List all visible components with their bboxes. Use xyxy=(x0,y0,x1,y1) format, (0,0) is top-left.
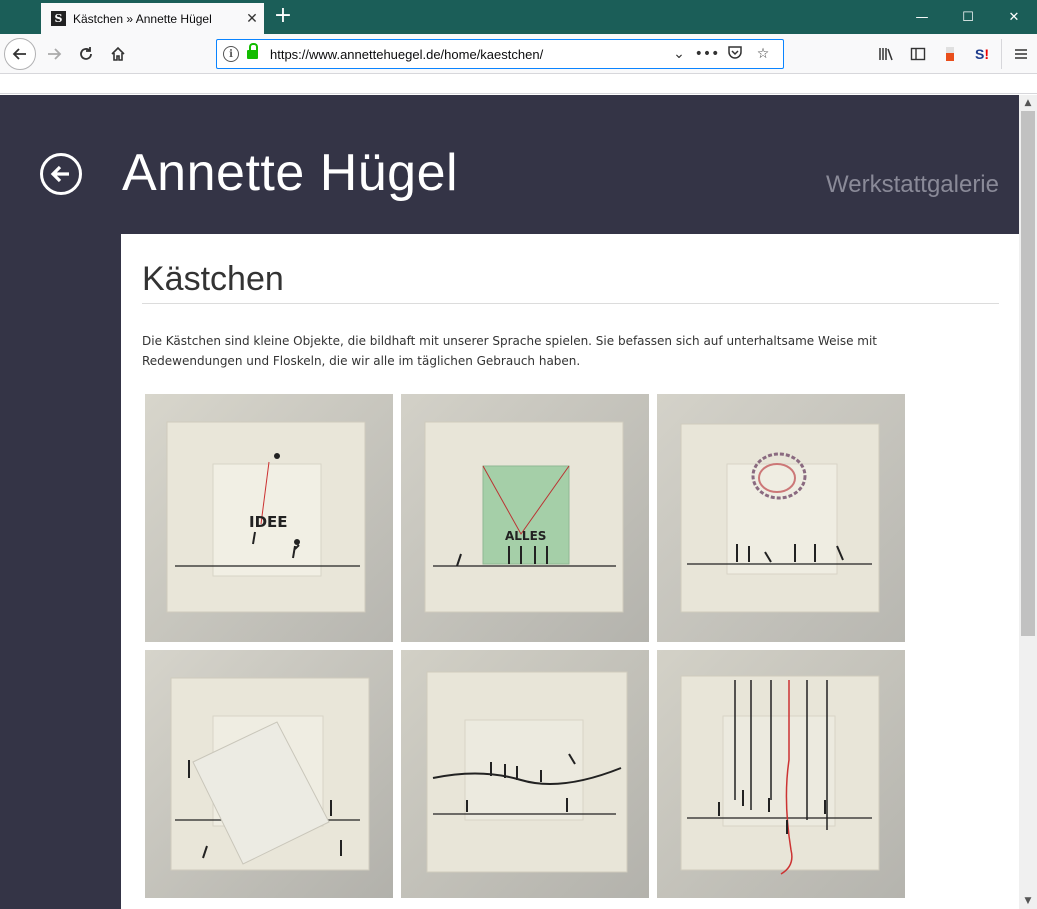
back-arrow-icon[interactable] xyxy=(40,153,82,195)
tab-title: Kästchen » Annette Hügel xyxy=(73,11,212,26)
gallery-item[interactable]: ALLES xyxy=(401,394,649,642)
scroll-down-icon[interactable]: ▼ xyxy=(1019,893,1037,909)
pocket-icon[interactable] xyxy=(721,44,749,64)
gallery-image xyxy=(145,650,393,898)
reload-button[interactable] xyxy=(70,38,102,70)
chevron-down-icon[interactable]: ⌄ xyxy=(665,46,693,62)
library-icon[interactable] xyxy=(870,38,902,70)
extension-red-icon[interactable] xyxy=(934,38,966,70)
intro-text: Die Kästchen sind kleine Objekte, die bi… xyxy=(142,334,878,368)
close-window-button[interactable]: ✕ xyxy=(991,0,1037,34)
scrollbar-thumb[interactable] xyxy=(1021,111,1035,636)
tab-close-icon[interactable]: ✕ xyxy=(240,11,264,27)
home-button[interactable] xyxy=(102,38,134,70)
gallery-image xyxy=(401,650,649,898)
gallery-image xyxy=(657,394,905,642)
site-subtitle[interactable]: Werkstattgalerie xyxy=(826,171,999,199)
address-bar[interactable]: i https://www.annettehuegel.de/home/kaes… xyxy=(216,39,784,69)
back-button[interactable] xyxy=(4,38,36,70)
page-viewport: Annette Hügel Werkstattgalerie Kästchen … xyxy=(0,95,1019,909)
sidebar-icon[interactable] xyxy=(902,38,934,70)
page-title: Kästchen xyxy=(142,260,284,298)
bookmarks-strip xyxy=(0,75,1037,94)
gallery-item[interactable] xyxy=(657,394,905,642)
heading-divider xyxy=(142,303,999,304)
forward-button[interactable] xyxy=(38,38,70,70)
menu-hamburger-icon[interactable] xyxy=(1005,38,1037,70)
toolbar-divider xyxy=(1001,39,1002,69)
thumb-word: ALLES xyxy=(505,529,546,543)
url-text[interactable]: https://www.annettehuegel.de/home/kaestc… xyxy=(270,47,665,62)
gallery-image xyxy=(657,650,905,898)
arrow-right-icon xyxy=(48,48,62,60)
arrow-left-icon xyxy=(12,48,26,60)
gallery-item[interactable] xyxy=(145,650,393,898)
browser-navbar: i https://www.annettehuegel.de/home/kaes… xyxy=(0,34,1037,74)
site-title[interactable]: Annette Hügel xyxy=(122,143,458,203)
page-actions-icon[interactable]: ••• xyxy=(693,46,721,62)
toolbar-right: S! xyxy=(870,34,1037,74)
gallery-image: ALLES xyxy=(401,394,649,642)
content-panel: Kästchen Die Kästchen sind kleine Objekt… xyxy=(121,234,1019,909)
minimize-button[interactable]: — xyxy=(899,0,945,34)
site-info-icon[interactable]: i xyxy=(223,46,239,62)
page-scrollbar[interactable]: ▲ ▼ xyxy=(1019,95,1037,909)
home-icon xyxy=(111,46,125,61)
gallery-item[interactable] xyxy=(401,650,649,898)
scroll-up-icon[interactable]: ▲ xyxy=(1019,95,1037,111)
reload-icon xyxy=(80,47,92,60)
browser-titlebar: S Kästchen » Annette Hügel ✕ + — ☐ ✕ xyxy=(0,0,1037,34)
bookmark-star-icon[interactable]: ☆ xyxy=(749,46,777,62)
thumb-word: IDEE xyxy=(249,513,288,531)
maximize-button[interactable]: ☐ xyxy=(945,0,991,34)
browser-tab[interactable]: S Kästchen » Annette Hügel ✕ xyxy=(41,3,264,34)
new-tab-button[interactable]: + xyxy=(270,5,296,29)
window-controls: — ☐ ✕ xyxy=(899,0,1037,34)
lock-icon xyxy=(247,43,258,60)
extension-s-icon[interactable]: S! xyxy=(966,38,998,70)
site-favicon-icon: S xyxy=(51,11,66,26)
gallery-item[interactable] xyxy=(657,650,905,898)
gallery-item[interactable]: IDEE xyxy=(145,394,393,642)
gallery-image: IDEE xyxy=(145,394,393,642)
